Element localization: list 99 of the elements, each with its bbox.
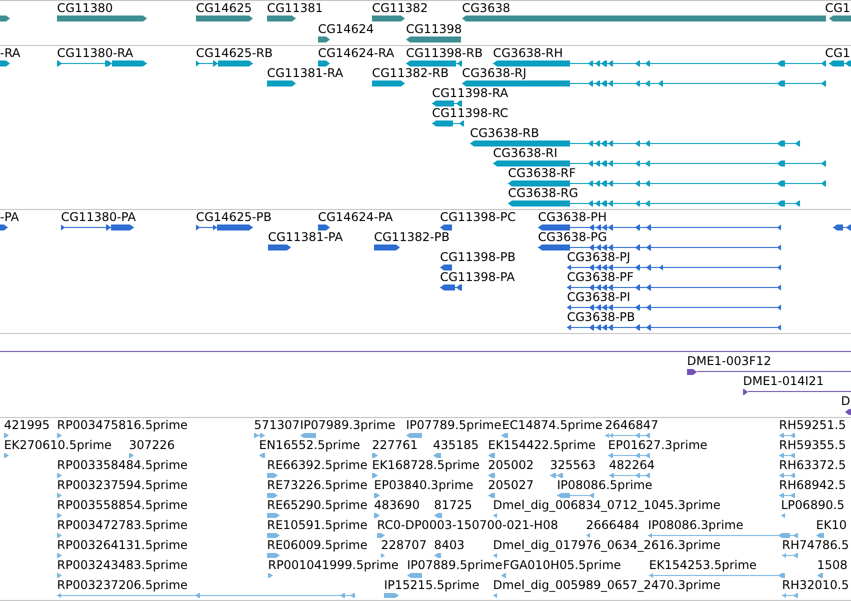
- gene-label: CG11398: [406, 23, 462, 36]
- est-label: RE66392.5prime: [267, 458, 368, 472]
- est-label: RH68942.5: [779, 478, 846, 492]
- est-label: EP01627.3prime: [608, 438, 708, 452]
- transcript-label: CG11381-RA: [267, 67, 344, 80]
- est-label: 307226: [129, 438, 175, 452]
- est-label: Dmel_dig_005989_0657_2470.3prime: [493, 578, 721, 592]
- protein-label: -PA: [0, 210, 20, 224]
- protein-label: CG11381-PA: [268, 230, 343, 244]
- transcript-label: CG3638-RB: [470, 127, 540, 140]
- protein-label: CG14624-PA: [318, 210, 393, 224]
- est-label: IP15215.5prime: [384, 578, 480, 592]
- transcript-label: CG1: [825, 47, 850, 60]
- est-label: EK154253.5prime: [649, 558, 757, 572]
- est-label: Dmel_dig_006834_0712_1045.3prime: [493, 498, 721, 512]
- est-label: 1508: [817, 558, 848, 572]
- protein-label: CG3638-PJ: [567, 250, 630, 264]
- est-label: RE06009.5prime: [267, 538, 368, 552]
- est-label: EC14874.5prime: [502, 418, 603, 432]
- est-label: 205002: [488, 458, 534, 472]
- est-label: 325563: [550, 458, 596, 472]
- transcript-label: CG11382-RB: [372, 67, 449, 80]
- est-label: RC0-DP0003-150700-021-H08: [377, 518, 558, 532]
- est-label: EK10: [816, 518, 847, 532]
- est-label: RH63372.5: [779, 458, 846, 472]
- protein-label: CG11398-PA: [440, 270, 515, 284]
- est-label: 81725: [434, 498, 472, 512]
- est-label: 227761: [372, 438, 418, 452]
- transcript-label: CG14624-RA: [318, 47, 394, 60]
- est-label: IP07789.5prime: [406, 418, 502, 432]
- est-label: EP03840.3prime: [374, 478, 474, 492]
- est-label: Dmel_dig_017976_0634_2616.3prime: [493, 538, 721, 552]
- transcript-label: CG3638-RF: [508, 167, 576, 180]
- transcript-label: CG3638-RG: [508, 187, 578, 200]
- est-label: 571307: [254, 418, 300, 432]
- protein-label: CG11398-PB: [440, 250, 516, 264]
- est-label: LP06890.5: [781, 498, 845, 512]
- est-label: RH32010.5: [782, 578, 849, 592]
- gene-label: CG14625: [196, 2, 252, 16]
- est-label: 2666484: [586, 518, 640, 532]
- protein-label: CG3638-PH: [538, 210, 607, 224]
- est-label: 482264: [609, 458, 655, 472]
- est-label: RP003558854.5prime: [57, 498, 188, 512]
- protein-label: CG3638-PB: [567, 310, 636, 324]
- est-label: RP003358484.5prime: [57, 458, 188, 472]
- gene-label: CG3638: [462, 2, 510, 16]
- transcript-label: CG3638-RH: [493, 47, 563, 60]
- protein-label: CG11382-PB: [374, 230, 450, 244]
- est-label: RP003237594.5prime: [57, 478, 188, 492]
- est-label: IP07889.5prime: [407, 558, 502, 572]
- protein-label: CG11398-PC: [440, 210, 516, 224]
- transcript-label: CG3638-RJ: [462, 67, 526, 80]
- est-label: 2646847: [605, 418, 658, 432]
- est-label: RP003475816.5prime: [57, 418, 188, 432]
- protein-label: CG3638-PF: [567, 270, 634, 284]
- gene-label: CG14624: [318, 23, 374, 36]
- est-label: EN16552.5prime: [259, 438, 360, 452]
- est-label: 421995: [4, 418, 50, 432]
- est-label: 483690: [374, 498, 420, 512]
- est-label: RE10591.5prime: [267, 518, 368, 532]
- est-label: RE73226.5prime: [267, 478, 368, 492]
- est-label: IP08086.3prime: [648, 518, 744, 532]
- clone-label: D: [841, 395, 850, 408]
- clone-label: DME1-003F12: [687, 355, 772, 368]
- gene-label: CG11381: [267, 2, 323, 16]
- est-label: 228707: [381, 538, 427, 552]
- transcript-label: CG11398-RA: [432, 87, 508, 100]
- est-label: EK270610.5prime: [4, 438, 112, 452]
- est-label: RE65290.5prime: [267, 498, 368, 512]
- est-label: 205027: [488, 478, 534, 492]
- est-label: FGA010H05.5prime: [503, 558, 622, 572]
- est-label: 435185: [433, 438, 479, 452]
- est-label: IP07989.3prime: [300, 418, 396, 432]
- protein-label: CG14625-PB: [196, 210, 272, 224]
- clone-label: DME1-014I21: [743, 375, 824, 388]
- gene-label: CG11382: [372, 2, 428, 16]
- est-label: EK168728.5prime: [372, 458, 480, 472]
- transcript-label: CG11398-RB: [406, 47, 483, 60]
- est-label: RP003264131.5prime: [57, 538, 188, 552]
- transcript-label: CG14625-RB: [196, 47, 273, 60]
- transcript-label: -RA: [0, 47, 20, 60]
- transcript-label: CG3638-RI: [493, 147, 558, 160]
- est-label: RP003237206.5prime: [57, 578, 188, 592]
- est-label: IP08086.5prime: [557, 478, 652, 492]
- est-label: RP003472783.5prime: [57, 518, 188, 532]
- est-label: RH74786.5: [782, 538, 849, 552]
- gene-label: CG11380: [57, 2, 113, 16]
- transcript-label: CG11380-RA: [57, 47, 134, 60]
- est-label: RH59251.5: [779, 418, 846, 432]
- gene-label: CG1: [825, 2, 850, 16]
- transcript-label: CG11398-RC: [432, 107, 508, 120]
- protein-label: CG11380-PA: [61, 210, 136, 224]
- protein-label: CG3638-PI: [567, 290, 630, 304]
- est-label: RP001041999.5prime: [268, 558, 399, 572]
- protein-label: CG3638-PG: [538, 230, 608, 244]
- est-label: RH59355.5: [779, 438, 846, 452]
- est-label: 8403: [434, 538, 465, 552]
- est-label: EK154422.5prime: [488, 438, 596, 452]
- est-label: RP003243483.5prime: [57, 558, 188, 572]
